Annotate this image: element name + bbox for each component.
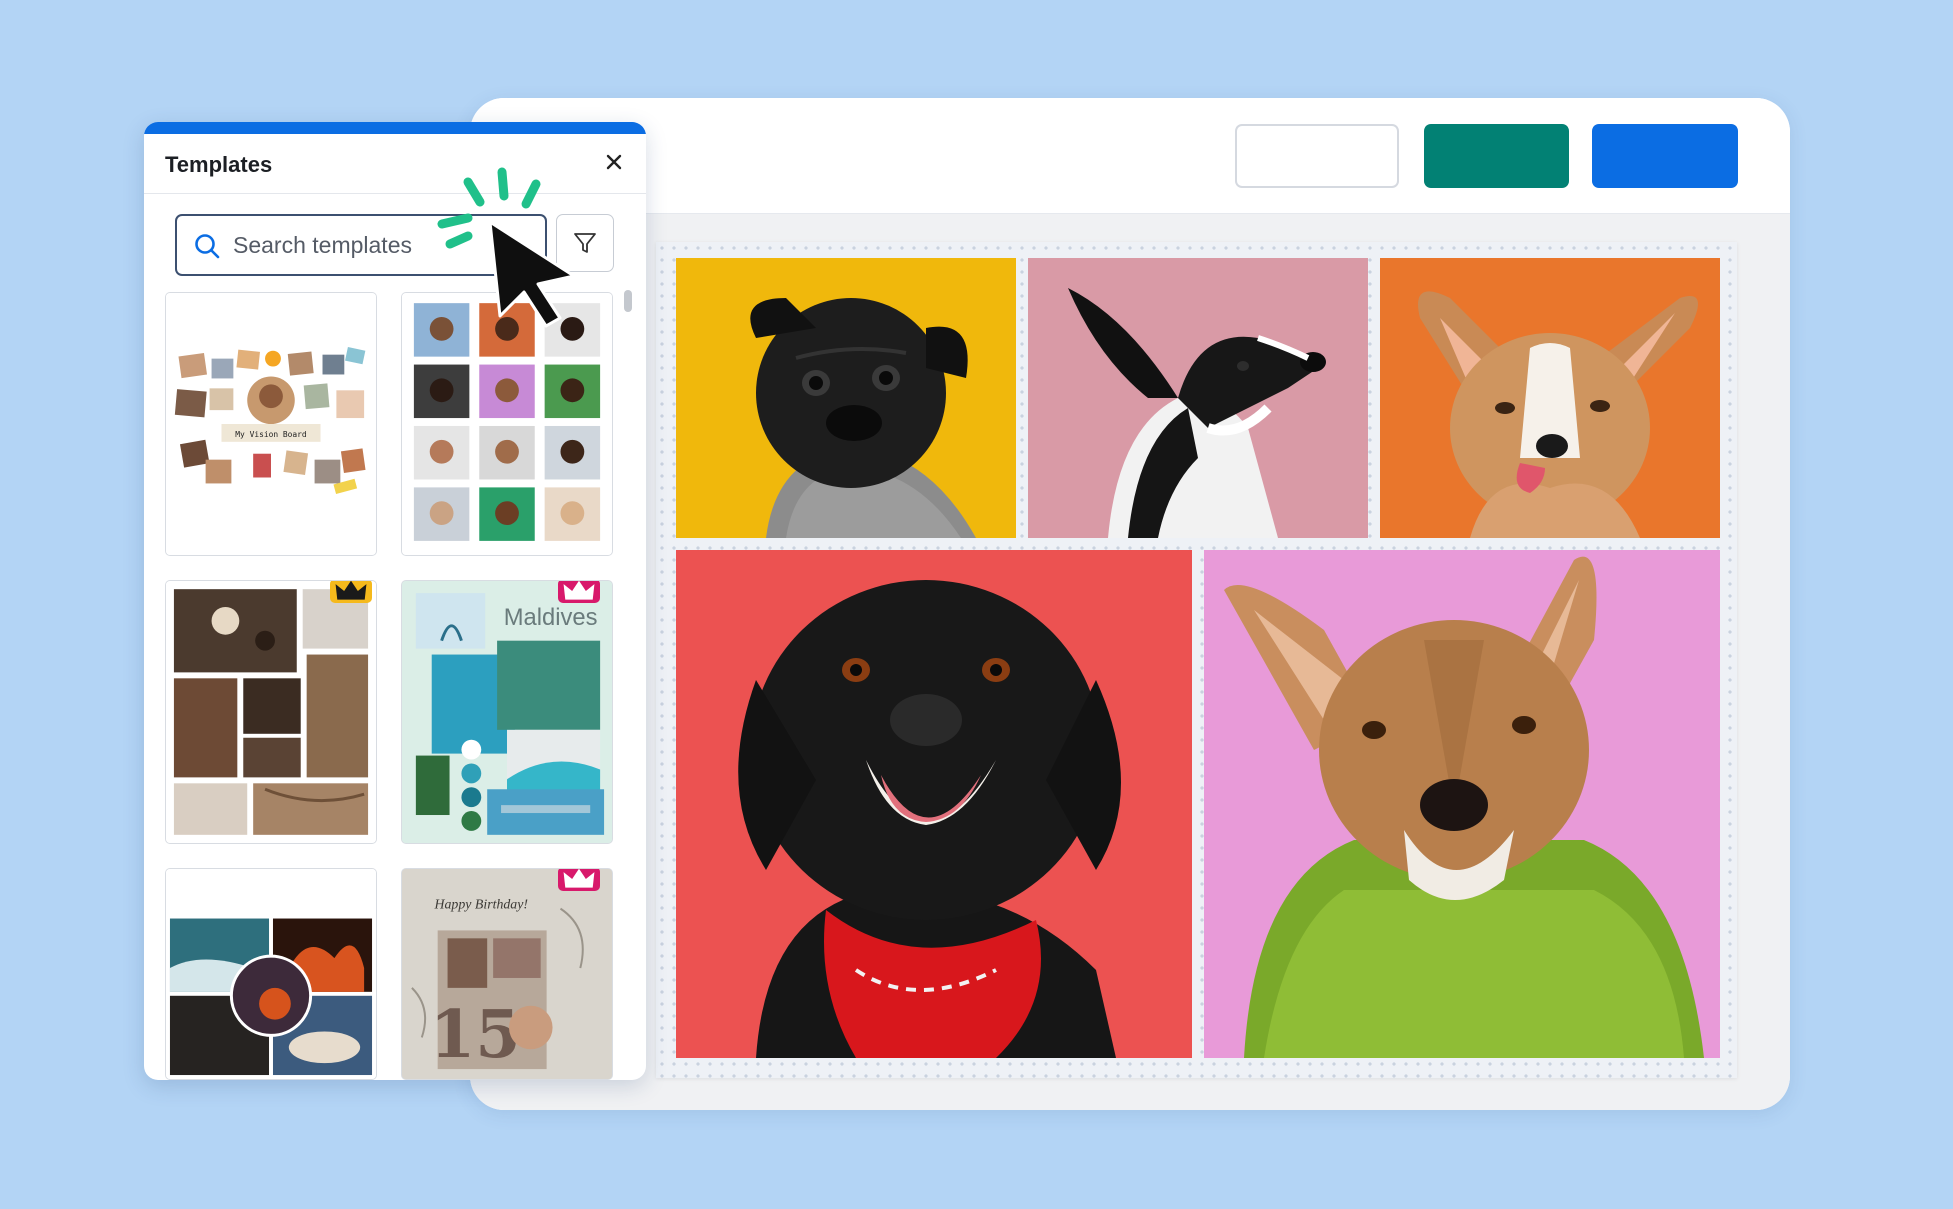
- maldives-caption: Maldives: [504, 604, 598, 631]
- photo-pug[interactable]: [676, 258, 1016, 538]
- portrait-grid-thumbnail: [402, 293, 612, 555]
- tan-dog-illustration: [1204, 550, 1720, 1058]
- vision-board-caption: My Vision Board: [235, 430, 307, 439]
- spotted-dog-illustration: [1028, 258, 1368, 538]
- premium-badge: [558, 581, 600, 603]
- black-dog-illustration: [676, 550, 1192, 1058]
- photo-corgi[interactable]: [1380, 258, 1720, 538]
- ocean-fire-thumbnail: [166, 869, 376, 1079]
- crown-icon: [563, 869, 595, 888]
- template-ocean-fire[interactable]: [165, 868, 377, 1080]
- template-portrait-grid[interactable]: [401, 292, 613, 556]
- template-maldives[interactable]: Maldives: [401, 580, 613, 844]
- panel-header: Templates: [144, 134, 646, 194]
- corgi-illustration: [1380, 258, 1720, 538]
- toolbar-outline-button[interactable]: [1235, 124, 1399, 188]
- search-icon: [195, 234, 220, 259]
- photo-spotted-dog[interactable]: [1028, 258, 1368, 538]
- toolbar-blue-button[interactable]: [1592, 124, 1738, 188]
- panel-accent-bar: [144, 122, 646, 134]
- panel-title: Templates: [165, 152, 273, 177]
- editor-toolbar: [470, 98, 1790, 214]
- template-happy-birthday[interactable]: Happy Birthday! 15: [401, 868, 613, 1080]
- toolbar-teal-button[interactable]: [1424, 124, 1569, 188]
- crown-icon: [563, 581, 595, 600]
- close-icon: [606, 154, 622, 170]
- template-moody-brown[interactable]: [165, 580, 377, 844]
- premium-badge: [330, 581, 372, 603]
- template-vision-board[interactable]: My Vision Board: [165, 292, 377, 556]
- moody-brown-thumbnail: [166, 581, 376, 843]
- scrollbar-thumb[interactable]: [624, 290, 632, 312]
- happy-birthday-thumbnail: Happy Birthday! 15: [402, 869, 612, 1079]
- editor-window: [470, 98, 1790, 1110]
- photo-black-dog[interactable]: [676, 550, 1192, 1058]
- vision-board-thumbnail: My Vision Board: [166, 293, 376, 555]
- canvas-area: [470, 214, 1790, 1110]
- crown-icon: [335, 581, 367, 600]
- collage-canvas[interactable]: [656, 242, 1737, 1078]
- scrollbar-track[interactable]: [623, 290, 633, 1070]
- close-button[interactable]: [600, 148, 628, 176]
- premium-badge: [558, 869, 600, 891]
- birthday-caption: Happy Birthday!: [433, 897, 528, 912]
- pug-illustration: [676, 258, 1016, 538]
- cursor-icon: [488, 220, 576, 328]
- birthday-number: 15: [430, 997, 521, 1073]
- maldives-thumbnail: Maldives: [402, 581, 612, 843]
- photo-tan-dog[interactable]: [1204, 550, 1720, 1058]
